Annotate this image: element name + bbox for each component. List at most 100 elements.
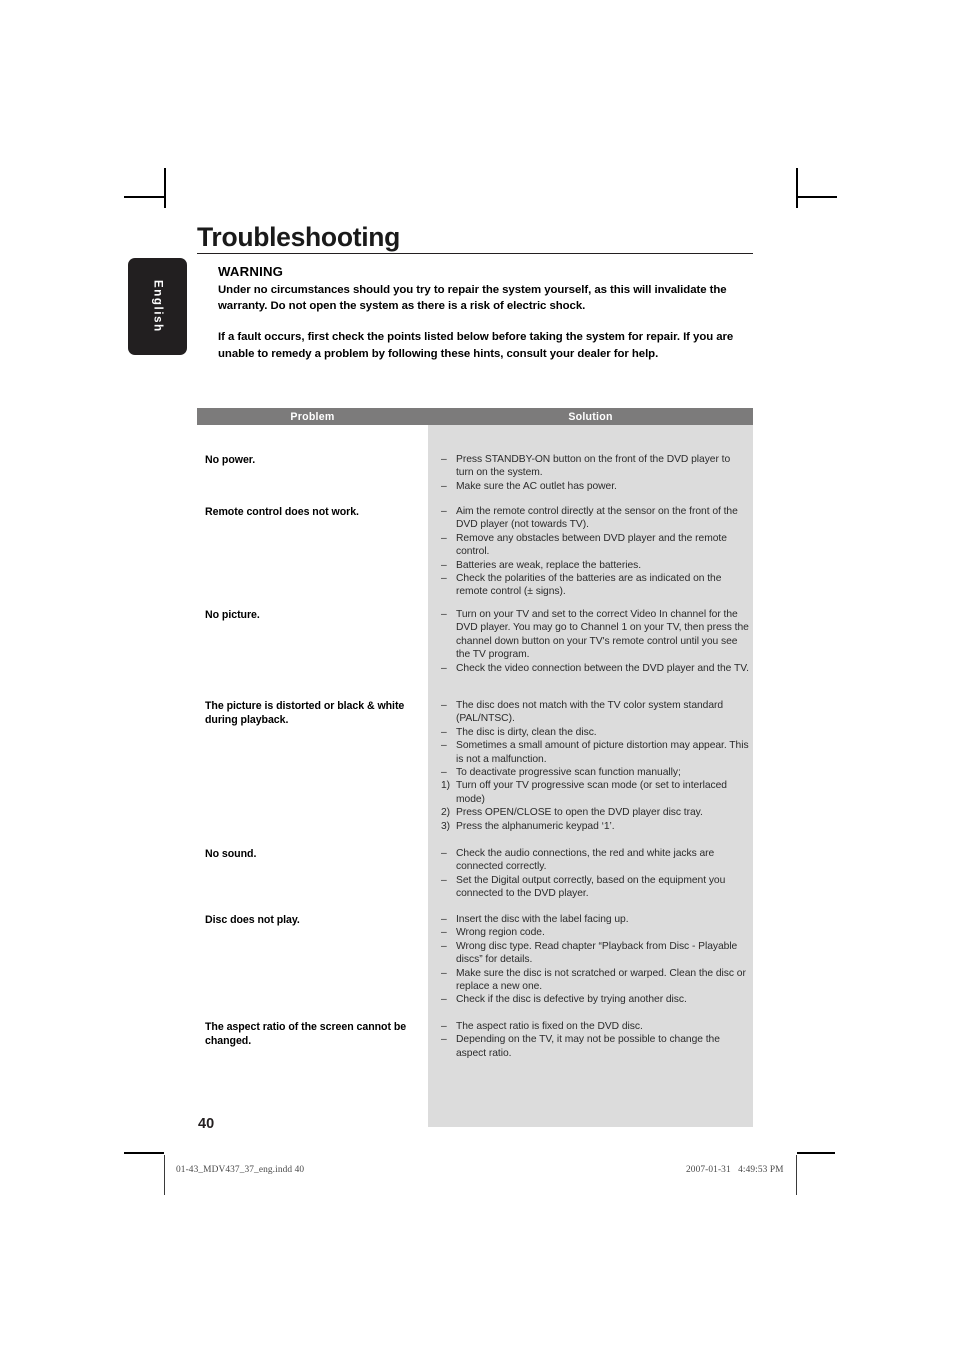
solution-item-marker: – [441, 967, 447, 979]
solution-item: – The disc is dirty, clean the disc. [441, 726, 749, 739]
problem-cell: No sound. [205, 848, 257, 860]
crop-mark-top-left-vertical [164, 168, 166, 208]
solution-item: – Aim the remote control directly at the … [441, 505, 749, 532]
solution-item-marker: – [441, 559, 447, 571]
solution-item-marker: 1) [441, 780, 451, 792]
solution-cell: – Turn on your TV and set to the correct … [428, 608, 753, 675]
language-tab-inner: English [128, 258, 187, 355]
solution-item: – Check the video connection between the … [441, 662, 749, 675]
solution-item: 2) Press OPEN/CLOSE to open the DVD playe… [441, 806, 749, 819]
solution-item-text: Remove any obstacles between DVD player … [456, 532, 727, 558]
solution-cell: – Insert the disc with the label facing u… [428, 913, 753, 1007]
title-divider [197, 253, 753, 255]
problem-cell: Disc does not play. [205, 914, 300, 926]
solution-item-marker: – [441, 848, 447, 859]
problem-cell: The aspect ratio of the screen cannot be… [205, 1021, 407, 1047]
solution-item-text: Press OPEN/CLOSE to open the DVD player … [456, 807, 703, 819]
solution-item-marker: – [441, 726, 447, 738]
solution-item-text: To deactivate progressive scan function … [456, 767, 681, 779]
solution-item: – Check if the disc is defective by tryin… [441, 993, 749, 1006]
solution-item-marker: – [441, 914, 447, 925]
footer-timestamp: 2007-01-31 4:49:53 PM [686, 1165, 784, 1175]
table-body: No power. Remote control does not work. No… [197, 425, 753, 1127]
footer-bar-right [796, 1155, 798, 1195]
warning-paragraph-2: If a fault occurs, first check the point… [218, 331, 734, 360]
warning-block: WARNING Under no circumstances should yo… [218, 264, 758, 362]
solution-item-text: Make sure the disc is not scratched or w… [456, 967, 746, 993]
footer-file-name: 01-43_MDV437_37_eng.indd 40 [176, 1165, 305, 1175]
problem-column: No power. Remote control does not work. No… [197, 425, 428, 1127]
solution-column: – Press STANDBY-ON button on the front of… [428, 425, 753, 1127]
solution-item-text: Set the Digital output correctly, based … [456, 874, 726, 900]
page-title: Troubleshooting [197, 222, 401, 252]
solution-item-text: Check the audio connections, the red and… [456, 848, 715, 873]
solution-item-marker: – [441, 532, 447, 544]
problem-cell: The picture is distorted or black & whit… [205, 700, 405, 726]
solution-item-text: The disc is dirty, clean the disc. [456, 726, 597, 738]
solution-cell: – The disc does not match with the TV col… [428, 699, 753, 833]
solution-item-text: Batteries are weak, replace the batterie… [456, 559, 642, 571]
solution-item: – Set the Digital output correctly, based… [441, 874, 749, 901]
solution-item-marker: – [441, 609, 447, 620]
solution-item-marker: 2) [441, 807, 451, 819]
page-number: 40 [198, 1116, 215, 1132]
solution-item-marker: – [441, 940, 447, 952]
solution-item-marker: – [441, 573, 447, 585]
solution-item: – The disc does not match with the TV col… [441, 699, 749, 726]
solution-item-marker: – [441, 506, 447, 517]
solution-item: – Make sure the AC outlet has power. [441, 480, 749, 493]
solution-item-text: Aim the remote control directly at the s… [456, 506, 738, 531]
solution-item-text: Press STANDBY-ON button on the front of … [456, 454, 731, 479]
solution-item: – Sometimes a small amount of picture dis… [441, 739, 749, 766]
solution-item: – To deactivate progressive scan function… [441, 766, 749, 779]
solution-item-marker: – [441, 662, 447, 674]
table-header-row: Problem Solution [197, 408, 753, 425]
column-header-problem: Problem [290, 410, 335, 423]
problem-cell: No picture. [205, 609, 260, 621]
solution-item-marker: – [441, 767, 447, 779]
solution-item-text: Check if the disc is defective by trying… [456, 994, 687, 1006]
warning-heading: WARNING [218, 264, 284, 279]
problem-cell: No power. [205, 454, 256, 466]
footer-bar-left [164, 1155, 166, 1195]
solution-item: – Press STANDBY-ON button on the front of… [441, 453, 749, 480]
solution-item-text: The disc does not match with the TV colo… [456, 700, 724, 725]
solution-cell: – The aspect ratio is fixed on the DVD di… [428, 1020, 753, 1060]
solution-item-text: The aspect ratio is fixed on the DVD dis… [456, 1021, 643, 1032]
solution-item-text: Press the alphanumeric keypad ‘1’. [456, 820, 615, 832]
solution-cell: – Press STANDBY-ON button on the front of… [428, 453, 753, 493]
solution-cell: – Aim the remote control directly at the … [428, 505, 753, 599]
solution-item-text: Wrong disc type. Read chapter “Playback … [456, 940, 738, 966]
solution-item: – Batteries are weak, replace the batteri… [441, 559, 749, 572]
footer-rule [797, 1152, 835, 1154]
solution-item-text: Insert the disc with the label facing up… [456, 914, 629, 925]
solution-item-marker: – [441, 994, 447, 1006]
problem-cell: Remote control does not work. [205, 506, 359, 518]
solution-item-marker: – [441, 1034, 447, 1046]
solution-item-text: Wrong region code. [456, 927, 545, 939]
solution-item: – Wrong disc type. Read chapter “Playback… [441, 940, 749, 967]
crop-mark-bottom-left-horizontal [124, 1152, 164, 1154]
solution-item-text: Depending on the TV, it may not be possi… [456, 1034, 720, 1059]
solution-item-text: Turn off your TV progressive scan mode (… [456, 780, 727, 805]
solution-item: – Check the audio connections, the red an… [441, 847, 749, 874]
troubleshooting-table: Problem Solution No power. Remote control… [197, 408, 753, 1127]
solution-item: 1) Turn off your TV progressive scan mode… [441, 779, 749, 806]
solution-item: – Remove any obstacles between DVD player… [441, 532, 749, 559]
solution-item-marker: – [441, 927, 447, 939]
solution-item-marker: 3) [441, 820, 451, 832]
solution-item-text: Make sure the AC outlet has power. [456, 480, 617, 492]
solution-item: – The aspect ratio is fixed on the DVD di… [441, 1020, 749, 1033]
solution-item: 3) Press the alphanumeric keypad ‘1’. [441, 820, 749, 833]
crop-mark-top-right-vertical [796, 168, 798, 208]
warning-paragraph-1: Under no circumstances should you try to… [218, 284, 727, 313]
warning-spacer [218, 314, 758, 329]
solution-item-marker: – [441, 454, 447, 465]
crop-mark-top-right-horizontal [797, 196, 837, 198]
solution-item-marker: – [441, 874, 447, 886]
solution-item: – Make sure the disc is not scratched or … [441, 967, 749, 994]
solution-item-text: Turn on your TV and set to the correct V… [456, 609, 749, 661]
solution-item-marker: – [441, 480, 447, 492]
solution-item-marker: – [441, 740, 447, 752]
column-header-solution: Solution [568, 410, 613, 423]
